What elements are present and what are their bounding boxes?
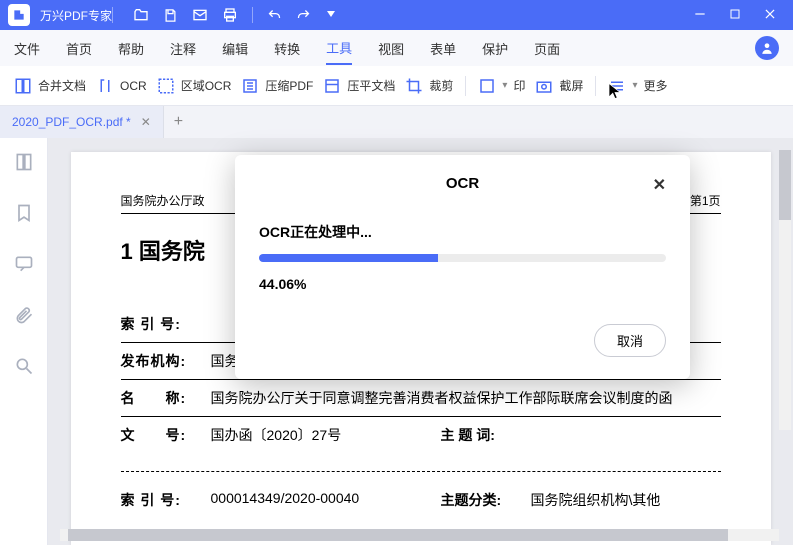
compress-icon <box>241 77 259 95</box>
dialog-title: OCR <box>446 175 479 192</box>
menu-annotate[interactable]: 注释 <box>170 33 196 64</box>
camera-icon <box>535 77 553 95</box>
app-title: 万兴PDF专家 <box>40 7 112 24</box>
horizontal-scrollbar[interactable] <box>60 529 779 541</box>
menu-tools[interactable]: 工具 <box>326 32 352 65</box>
tool-crop[interactable]: 裁剪 <box>405 77 453 95</box>
print-icon[interactable] <box>222 7 238 23</box>
flatten-icon <box>323 77 341 95</box>
titlebar-sep <box>112 7 113 23</box>
row-docno-val: 国办函〔2020〕27号 <box>211 425 441 445</box>
menu-forms[interactable]: 表单 <box>430 33 456 64</box>
row-index2-label: 索 引 号: <box>121 490 211 510</box>
toolbar-sep2 <box>595 76 596 96</box>
row-name-label: 名 称: <box>121 388 211 408</box>
menu-help[interactable]: 帮助 <box>118 33 144 64</box>
area-ocr-icon <box>157 77 175 95</box>
row-index-label: 索 引 号: <box>121 314 211 334</box>
row-name-val: 国务院办公厅关于同意调整完善消费者权益保护工作部际联席会议制度的函 <box>211 388 721 408</box>
bookmark-icon[interactable] <box>14 203 34 228</box>
comments-icon[interactable] <box>14 254 34 279</box>
toolbar: 合并文档 OCR 区域OCR 压缩PDF 压平文档 裁剪 ▾印 截屏 ▾更多 <box>0 66 793 106</box>
dropdown-icon[interactable] <box>325 9 337 21</box>
tool-merge[interactable]: 合并文档 <box>14 77 86 95</box>
ocr-icon <box>96 77 114 95</box>
redo-icon[interactable] <box>296 8 311 23</box>
page-header-left: 国务院办公厅政 <box>121 192 205 209</box>
row-docno-label: 文 号: <box>121 425 211 445</box>
more-icon <box>608 77 626 95</box>
row-index2-val: 000014349/2020-00040 <box>211 490 441 510</box>
tool-ocr[interactable]: OCR <box>96 77 147 95</box>
menu-view[interactable]: 视图 <box>378 33 404 64</box>
menu-edit[interactable]: 编辑 <box>222 33 248 64</box>
app-logo <box>8 4 30 26</box>
minimize-icon[interactable] <box>693 7 707 24</box>
menu-convert[interactable]: 转换 <box>274 33 300 64</box>
tool-flatten[interactable]: 压平文档 <box>323 77 395 95</box>
tool-watermark[interactable]: ▾印 <box>478 77 525 95</box>
attachment-icon[interactable] <box>14 305 34 330</box>
avatar[interactable] <box>755 36 779 60</box>
maximize-icon[interactable] <box>729 8 741 23</box>
tab-title: 2020_PDF_OCR.pdf * <box>12 115 131 129</box>
tool-compress[interactable]: 压缩PDF <box>241 77 313 95</box>
titlebar: 万兴PDF专家 <box>0 0 793 30</box>
document-tab[interactable]: 2020_PDF_OCR.pdf * ✕ <box>0 106 164 138</box>
menu-home[interactable]: 首页 <box>66 33 92 64</box>
crop-icon <box>405 77 423 95</box>
page-header-right: 第1页 <box>690 192 721 209</box>
dialog-close-icon[interactable]: ✕ <box>653 175 666 195</box>
window-controls <box>693 7 785 24</box>
mail-icon[interactable] <box>192 7 208 23</box>
open-icon[interactable] <box>133 7 149 23</box>
progress-percent: 44.06% <box>259 276 666 292</box>
ocr-dialog: OCR ✕ OCR正在处理中... 44.06% 取消 <box>235 155 690 379</box>
progress-fill <box>259 254 438 262</box>
tool-more[interactable]: ▾更多 <box>608 77 667 95</box>
row-subject-label: 主 题 词: <box>441 425 531 445</box>
quick-actions <box>133 7 337 23</box>
toolbar-sep <box>465 76 466 96</box>
tab-close-icon[interactable]: ✕ <box>141 115 151 129</box>
thumbnails-icon[interactable] <box>14 152 34 177</box>
hscroll-thumb[interactable] <box>68 529 728 541</box>
sidebar <box>0 138 48 545</box>
save-icon[interactable] <box>163 8 178 23</box>
titlebar-sep2 <box>252 7 253 23</box>
undo-icon[interactable] <box>267 8 282 23</box>
menubar: 文件 首页 帮助 注释 编辑 转换 工具 视图 表单 保护 页面 <box>0 30 793 66</box>
menu-page[interactable]: 页面 <box>534 33 560 64</box>
row-class-val: 国务院组织机构\其他 <box>531 490 721 510</box>
close-icon[interactable] <box>763 7 777 24</box>
tabbar: 2020_PDF_OCR.pdf * ✕ + <box>0 106 793 138</box>
search-icon[interactable] <box>14 356 34 381</box>
cancel-button[interactable]: 取消 <box>594 324 666 357</box>
tool-area-ocr[interactable]: 区域OCR <box>157 77 232 95</box>
tool-screenshot[interactable]: 截屏 <box>535 77 583 95</box>
merge-icon <box>14 77 32 95</box>
vertical-scrollbar[interactable] <box>779 150 791 430</box>
scroll-thumb[interactable] <box>779 150 791 220</box>
progress-bar <box>259 254 666 262</box>
menu-file[interactable]: 文件 <box>14 33 40 64</box>
dash-separator <box>121 471 721 472</box>
row-pub-label: 发布机构: <box>121 351 211 371</box>
tab-add-icon[interactable]: + <box>164 113 193 131</box>
menu-protect[interactable]: 保护 <box>482 33 508 64</box>
dialog-message: OCR正在处理中... <box>259 222 666 242</box>
watermark-icon <box>478 77 496 95</box>
row-class-label: 主题分类: <box>441 490 531 510</box>
